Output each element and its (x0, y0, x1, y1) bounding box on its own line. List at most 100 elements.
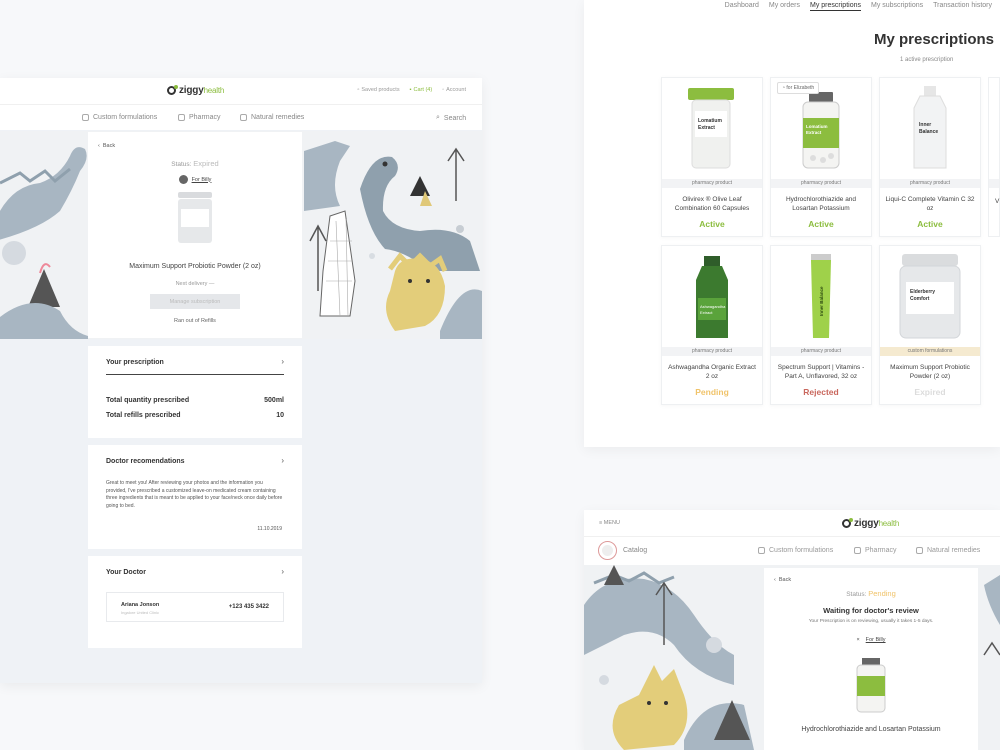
product-card[interactable]: Elderberry Comfort custom formulations M… (879, 245, 981, 405)
product-card[interactable]: Lomatium Extract ◔ for Elizabeth pharmac… (770, 77, 872, 237)
doctor-recommendation-text: Great to meet you! After reviewing your … (106, 480, 283, 509)
product-card[interactable]: Lomatium Extract pharmacy product Olivir… (661, 77, 763, 237)
status-value: Expired (193, 159, 219, 168)
review-note: Your Prescription is on reviewing, usual… (808, 619, 934, 624)
header-links: ▫ Saved products ▪ Cart (4) ◦ Account (357, 87, 466, 93)
product-card[interactable]: Inner Balance pharmacy product Liqui-C C… (879, 77, 981, 237)
saved-products-label: Saved products (361, 87, 400, 93)
jar-illustration: Elderberry Comfort (899, 254, 961, 339)
product-name: Olivirex ® Olive Leaf Combination 60 Cap… (674, 196, 750, 212)
nav-my-prescriptions[interactable]: My prescriptions (810, 2, 861, 11)
nav-pharmacy[interactable]: Pharmacy (178, 114, 221, 121)
prescription-status: Rejected (803, 387, 839, 397)
total-quantity-value: 500ml (264, 397, 284, 404)
chevron-right-icon[interactable]: › (281, 456, 284, 465)
catalog-label: Catalog (623, 547, 648, 554)
product-name: Liqui-C Complete Vitamin C 32 oz (885, 196, 975, 212)
nav-my-subscriptions[interactable]: My subscriptions (871, 2, 923, 11)
cart-label: Cart (4) (413, 87, 433, 93)
doctor-phone[interactable]: +123 435 3422 (229, 604, 269, 610)
product-image: Inner Balance (771, 246, 871, 347)
status-line: Status: Pending (764, 589, 978, 598)
back-label: Back (102, 143, 116, 149)
logo-suffix: health (203, 86, 225, 95)
close-icon[interactable]: × (856, 637, 859, 643)
saved-products-link[interactable]: ▫ Saved products (357, 87, 399, 93)
product-card-partial[interactable]: V (988, 77, 1000, 237)
bottle-illustration: Ashwagandha Extract (696, 256, 728, 338)
cart-icon: ▪ (409, 87, 412, 93)
nav-pharmacy-label: Pharmacy (189, 114, 221, 121)
product-image: Inner Balance (880, 78, 980, 179)
patient-name: For Billy (191, 176, 212, 183)
doctor-name: Ariana Jonson (121, 602, 160, 608)
doctor-recommendations-title: Doctor recomendations (106, 458, 185, 465)
recommendation-date: 11.10.2019 (257, 526, 282, 532)
nav-custom-label: Custom formulations (93, 114, 158, 121)
nav-search[interactable]: ⌕ Search (436, 114, 466, 122)
user-icon: ◔ (782, 85, 786, 91)
menu-label: MENU (603, 520, 620, 526)
catalog-button[interactable]: Catalog (598, 541, 647, 560)
svg-text:Ashwagandha: Ashwagandha (700, 304, 726, 309)
nav-custom-formulations[interactable]: Custom formulations (82, 114, 157, 121)
back-link[interactable]: ‹ Back (98, 143, 115, 149)
doctor-clinic: Ingalore United Clinic (121, 610, 160, 615)
page-title: My prescriptions (874, 31, 995, 48)
chevron-right-icon[interactable]: › (281, 357, 284, 366)
nav-natural-remedies[interactable]: Natural remedies (916, 547, 980, 554)
patient-selector[interactable]: × For Billy (764, 637, 978, 643)
nav-natural-label: Natural remedies (927, 547, 981, 554)
product-tag-partial (989, 179, 999, 188)
menu-button[interactable]: ≡ MENU (599, 520, 620, 526)
bottle-illustration: Inner Balance (913, 86, 947, 169)
nav-custom-label: Custom formulations (769, 547, 834, 554)
product-card[interactable]: Inner Balance pharmacy product Spectrum … (770, 245, 872, 405)
product-name: Hydrochlorothiazide and Losartan Potassi… (801, 726, 941, 733)
product-tag: pharmacy product (771, 347, 871, 356)
svg-text:Balance: Balance (919, 129, 938, 135)
prescription-status: Active (917, 219, 943, 229)
total-refills-value: 10 (276, 412, 284, 419)
chevron-right-icon[interactable]: › (281, 567, 284, 576)
account-link[interactable]: ◦ Account (442, 87, 466, 93)
product-image (856, 658, 886, 713)
svg-text:Extract: Extract (698, 125, 715, 131)
pill-icon (178, 114, 185, 121)
product-card[interactable]: Ashwagandha Extract pharmacy product Ash… (661, 245, 763, 405)
flask-icon (758, 547, 765, 554)
patient-name: For Billy (865, 637, 886, 643)
svg-text:Inner: Inner (919, 122, 931, 128)
svg-text:Elderberry: Elderberry (910, 289, 935, 295)
pending-status-card: ‹ Back Status: Pending Waiting for doctor… (764, 568, 978, 750)
cart-link[interactable]: ▪ Cart (4) (410, 87, 433, 93)
user-icon: ◦ (442, 87, 445, 93)
hamburger-icon: ≡ (599, 520, 603, 526)
nav-natural-remedies[interactable]: Natural remedies (240, 114, 304, 121)
nav-transaction-history[interactable]: Transaction history (933, 2, 992, 11)
status-label: Status: (171, 161, 192, 168)
manage-subscription-button[interactable]: Manage subscription (150, 294, 240, 309)
ziggy-logo[interactable]: ziggyhealth (842, 518, 899, 529)
svg-text:Lomatium: Lomatium (806, 124, 828, 129)
product-name: Hydrochlorothiazide and Losartan Potassi… (785, 196, 857, 212)
product-tag: pharmacy product (662, 179, 762, 188)
nav-dashboard[interactable]: Dashboard (725, 2, 759, 11)
back-link[interactable]: ‹ Back (774, 577, 791, 583)
your-prescription-title: Your prescription (106, 359, 164, 366)
patient-badge-label: for Elizabeth (786, 85, 815, 91)
nav-custom-formulations[interactable]: Custom formulations (758, 547, 833, 554)
svg-text:Inner Balance: Inner Balance (819, 286, 824, 316)
account-label: Account (446, 87, 466, 93)
nav-pharmacy[interactable]: Pharmacy (854, 547, 897, 554)
logo-icon (167, 85, 178, 95)
catalog-icon (598, 541, 617, 560)
main-nav: Catalog Custom formulations Pharmacy Nat… (584, 536, 1000, 564)
patient-selector[interactable]: For Billy (88, 175, 302, 184)
nav-my-orders[interactable]: My orders (769, 2, 800, 11)
leaf-icon (240, 114, 247, 121)
refills-status: Ran out of Refills (174, 318, 216, 324)
ziggy-logo[interactable]: ziggyhealth (167, 85, 224, 96)
tube-illustration: Inner Balance (811, 254, 831, 338)
svg-text:Extract: Extract (806, 130, 822, 135)
